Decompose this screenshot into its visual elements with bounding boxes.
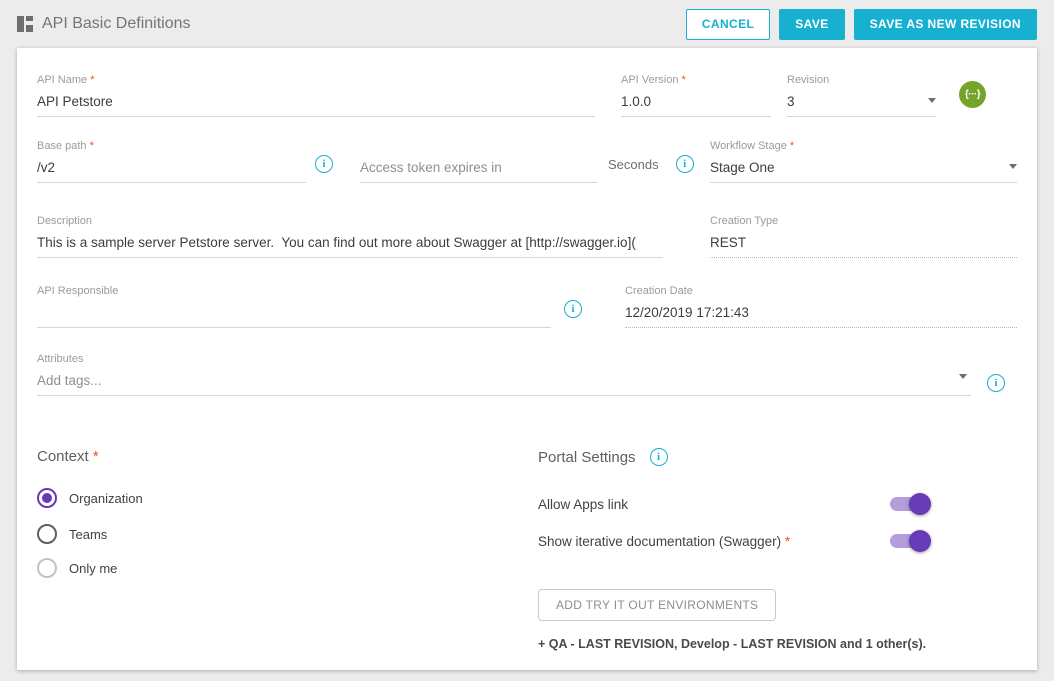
base-path-label: Base path * [37, 140, 306, 152]
chevron-down-icon [1009, 164, 1017, 169]
info-icon[interactable]: i [564, 300, 582, 318]
show-swagger-doc-toggle[interactable] [890, 534, 926, 548]
workflow-stage-select[interactable]: Stage One [710, 157, 1017, 183]
creation-type-value: REST [710, 232, 1017, 258]
portal-settings-title: Portal Settings i [538, 448, 1017, 466]
info-icon[interactable]: i [676, 155, 694, 173]
grid-icon [17, 16, 33, 32]
workflow-stage-label: Workflow Stage * [710, 140, 1017, 152]
add-try-it-out-environments-button[interactable]: ADD TRY IT OUT ENVIRONMENTS [538, 589, 776, 621]
api-responsible-label: API Responsible [37, 285, 551, 297]
required-asterisk: * [90, 74, 94, 86]
workflow-stage-value: Stage One [710, 160, 775, 175]
api-definitions-card: API Name * API Version * Revision 3 {···… [17, 48, 1037, 670]
chevron-down-icon[interactable] [959, 374, 967, 379]
required-asterisk: * [90, 140, 94, 152]
allow-apps-link-toggle[interactable] [890, 497, 926, 511]
required-asterisk: * [682, 74, 686, 86]
save-as-new-revision-button[interactable]: SAVE AS NEW REVISION [854, 9, 1037, 40]
required-asterisk: * [785, 534, 790, 549]
access-token-expires-input[interactable] [360, 157, 597, 183]
radio-only-me[interactable]: Only me [37, 558, 538, 578]
creation-date-value: 12/20/2019 17:21:43 [625, 302, 1017, 328]
save-button[interactable]: SAVE [779, 9, 844, 40]
base-path-input[interactable] [37, 157, 306, 183]
required-asterisk: * [790, 140, 794, 152]
radio-button-icon[interactable] [37, 524, 57, 544]
info-icon[interactable]: i [650, 448, 668, 466]
radio-label[interactable]: Only me [69, 561, 117, 576]
show-swagger-doc-row: Show iterative documentation (Swagger) * [538, 529, 930, 553]
radio-button-icon[interactable] [37, 488, 57, 508]
toggle-knob[interactable] [909, 493, 931, 515]
attributes-tags-input[interactable] [37, 370, 971, 396]
page-title: API Basic Definitions [42, 15, 191, 33]
api-name-input[interactable] [37, 91, 595, 117]
toggle-knob[interactable] [909, 530, 931, 552]
radio-button-icon[interactable] [37, 558, 57, 578]
description-label: Description [37, 215, 663, 227]
attributes-label: Attributes [37, 353, 971, 365]
cancel-button[interactable]: CANCEL [686, 9, 770, 40]
chevron-down-icon [928, 98, 936, 103]
radio-teams[interactable]: Teams [37, 524, 538, 544]
context-section-title: Context * [37, 448, 538, 465]
radio-label[interactable]: Teams [69, 527, 107, 542]
seconds-label: Seconds [608, 157, 659, 172]
toggle-label: Allow Apps link [538, 497, 628, 512]
description-input[interactable] [37, 232, 663, 258]
required-asterisk: * [93, 448, 99, 465]
creation-date-label: Creation Date [625, 285, 1017, 297]
toggle-label: Show iterative documentation (Swagger) * [538, 534, 790, 549]
api-version-label: API Version * [621, 74, 771, 86]
environments-summary: + QA - LAST REVISION, Develop - LAST REV… [538, 637, 1017, 651]
api-name-label: API Name * [37, 74, 595, 86]
info-icon[interactable]: i [315, 155, 333, 173]
top-bar: API Basic Definitions CANCEL SAVE SAVE A… [0, 0, 1054, 48]
api-version-input[interactable] [621, 91, 771, 117]
radio-label[interactable]: Organization [69, 491, 143, 506]
revision-select[interactable]: 3 [787, 91, 936, 117]
revision-value: 3 [787, 94, 795, 109]
revision-label: Revision [787, 74, 936, 86]
allow-apps-link-row: Allow Apps link [538, 492, 930, 516]
radio-organization[interactable]: Organization [37, 488, 538, 508]
creation-type-label: Creation Type [710, 215, 1017, 227]
api-contract-icon[interactable]: {···} [959, 81, 986, 108]
info-icon[interactable]: i [987, 374, 1005, 392]
api-responsible-input[interactable] [37, 302, 551, 328]
